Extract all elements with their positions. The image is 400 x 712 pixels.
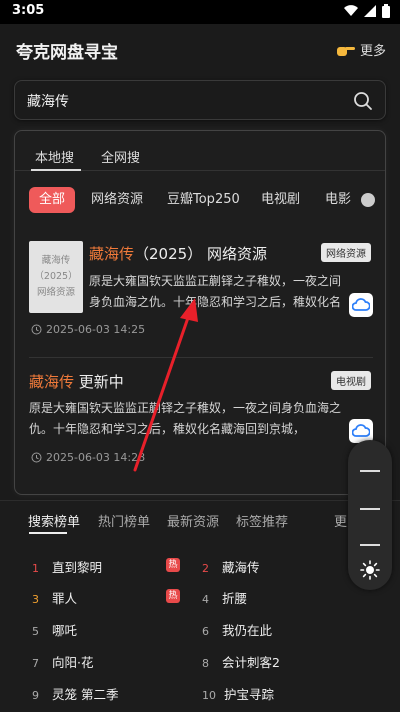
menu-line-icon[interactable]: [360, 544, 380, 546]
search-mode-tabs: 本地搜 全网搜: [15, 131, 385, 171]
result-title: 藏海传（2025） 网络资源: [89, 245, 267, 263]
wifi-icon: [344, 5, 358, 17]
ranking-item[interactable]: 10 护宝寻踪: [202, 684, 274, 703]
tab-search-rankings[interactable]: 搜索榜单: [28, 511, 80, 530]
ranking-item[interactable]: 2 藏海传: [202, 557, 260, 576]
more-label: 更多: [359, 44, 386, 59]
result-date: 2025-06-03 14:28: [31, 451, 145, 464]
result-description: 原是大雍国钦天监监正蒯铎之子稚奴，一夜之间身负血海之仇。十年隐忍和学习之后，稚奴…: [89, 274, 342, 309]
tab-tag-recommendations[interactable]: 标签推荐: [236, 511, 288, 530]
chip-all[interactable]: 全部: [29, 187, 76, 213]
menu-line-icon[interactable]: [360, 508, 380, 510]
clock-icon: [31, 324, 42, 335]
hot-badge: 热: [166, 589, 180, 603]
rankings-panel: 搜索榜单 热门榜单 最新资源 标签推荐 更多 1直到黎明 热 2藏海传 3罪人 …: [0, 500, 400, 712]
result-divider: [29, 357, 373, 358]
menu-line-icon[interactable]: [360, 470, 380, 472]
chip-movie[interactable]: 电影: [325, 187, 355, 213]
result-description: 原是大雍国钦天监监正蒯铎之子稚奴，一夜之间身负血海之仇。十年隐忍和学习之后，稚奴…: [29, 401, 342, 436]
chip-douban-top250[interactable]: 豆瓣Top250: [167, 187, 240, 213]
search-icon[interactable]: [353, 91, 373, 111]
category-chips: 全部 网络资源 豆瓣Top250 电视剧 电影: [15, 183, 385, 219]
signal-icon: [364, 5, 376, 17]
clock-icon: [31, 452, 42, 463]
tab-hot-rankings[interactable]: 热门榜单: [98, 511, 150, 530]
active-tab-indicator: [29, 532, 67, 534]
results-card: 本地搜 全网搜 全部 网络资源 豆瓣Top250 电视剧 电影 藏海传 （202…: [14, 130, 386, 495]
ranking-item[interactable]: 3 罪人: [32, 588, 77, 607]
status-icons: [344, 4, 390, 18]
status-time: 3:05: [12, 3, 45, 18]
chip-web-resources[interactable]: 网络资源: [91, 187, 143, 213]
hot-badge: 热: [166, 558, 180, 572]
rankings-tabs: 搜索榜单 热门榜单 最新资源 标签推荐 更多: [0, 501, 400, 537]
pointing-hand-icon: [336, 46, 355, 56]
search-input[interactable]: [27, 90, 347, 112]
result-title: 藏海传 更新中: [29, 373, 124, 391]
result-thumbnail: 藏海传 （2025） 网络资源: [29, 241, 83, 313]
result-item[interactable]: 藏海传 更新中 电视剧 原是大雍国钦天监监正蒯铎之子稚奴，一夜之间身负血海之仇。…: [15, 369, 385, 479]
battery-icon: [382, 4, 390, 18]
status-bar: 3:05: [0, 0, 400, 24]
floating-controls: [348, 440, 392, 590]
app-bar: 夸克网盘寻宝 更多: [0, 24, 400, 74]
tab-more[interactable]: 更多: [334, 511, 348, 530]
result-type-badge: 电视剧: [331, 371, 371, 390]
active-tab-indicator: [31, 169, 81, 171]
search-bar[interactable]: [14, 80, 386, 120]
ranking-item[interactable]: 5 哪吒: [32, 620, 77, 639]
chevron-down-icon[interactable]: [361, 193, 375, 207]
ranking-item[interactable]: 7 向阳·花: [32, 652, 93, 671]
ranking-item[interactable]: 9 灵笼 第二季: [32, 684, 118, 703]
tab-web-search[interactable]: 全网搜: [101, 147, 140, 166]
quark-cloud-icon[interactable]: [349, 293, 373, 317]
ranking-item[interactable]: 1 直到黎明: [32, 557, 102, 576]
result-date: 2025-06-03 14:25: [31, 323, 145, 336]
app-title: 夸克网盘寻宝: [16, 43, 118, 63]
result-item[interactable]: 藏海传 （2025） 网络资源 藏海传（2025） 网络资源 网络资源 原是大雍…: [15, 241, 385, 351]
ranking-item[interactable]: 4 折腰: [202, 588, 247, 607]
result-type-badge: 网络资源: [321, 243, 371, 262]
ranking-item[interactable]: 6 我仍在此: [202, 620, 272, 639]
more-button[interactable]: 更多: [336, 40, 386, 59]
tab-latest-resources[interactable]: 最新资源: [167, 511, 219, 530]
tab-local-search[interactable]: 本地搜: [35, 147, 74, 166]
brightness-icon[interactable]: [360, 560, 380, 580]
chip-tv-series[interactable]: 电视剧: [261, 187, 300, 213]
ranking-item[interactable]: 8 会计刺客2: [202, 652, 280, 671]
